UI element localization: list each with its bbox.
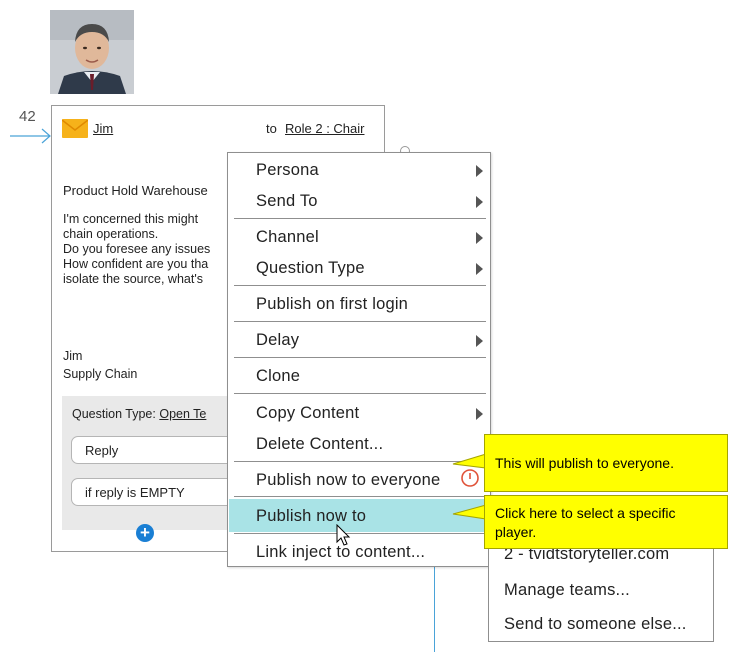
chevron-right-icon: [476, 196, 483, 208]
menu-item-label: Delay: [256, 331, 300, 349]
reply-option[interactable]: Reply: [71, 436, 241, 464]
menu-item-publish-first-login[interactable]: Publish on first login: [228, 289, 490, 317]
body-line: isolate the source, what's: [63, 272, 203, 286]
chevron-right-icon: [476, 335, 483, 347]
menu-item-copy-content[interactable]: Copy Content: [228, 398, 490, 426]
submenu-item-send-someone-else[interactable]: Send to someone else...: [504, 615, 687, 634]
menu-item-label: Delete Content...: [256, 435, 384, 453]
connector-line: [434, 560, 435, 652]
to-label: to: [266, 121, 277, 136]
submenu-item-manage-teams[interactable]: Manage teams...: [504, 581, 630, 600]
menu-item-channel[interactable]: Channel: [228, 222, 490, 250]
menu-separator: [234, 393, 486, 394]
publish-to-submenu: 2 - tvidtstoryteller.com Manage teams...…: [488, 534, 714, 642]
chevron-right-icon: [476, 263, 483, 275]
callout-pointer: [452, 504, 487, 520]
body-line: How confident are you tha: [63, 257, 209, 271]
question-type-row: Question Type: Open Te: [72, 407, 206, 421]
menu-item-send-to[interactable]: Send To: [228, 186, 490, 214]
step-number: 42: [19, 108, 36, 125]
menu-item-label: Copy Content: [256, 404, 360, 422]
sender-link[interactable]: Jim: [93, 121, 113, 136]
menu-item-question-type[interactable]: Question Type: [228, 253, 490, 281]
menu-item-label: Persona: [256, 161, 319, 179]
menu-item-persona[interactable]: Persona: [228, 155, 490, 183]
question-type-link[interactable]: Open Te: [159, 407, 206, 421]
signature-role: Supply Chain: [63, 367, 138, 381]
avatar-photo: [50, 10, 134, 94]
menu-separator: [234, 357, 486, 358]
mouse-pointer-icon: [336, 524, 351, 546]
menu-separator: [234, 285, 486, 286]
menu-item-clone[interactable]: Clone: [228, 361, 490, 389]
menu-item-label: Send To: [256, 192, 318, 210]
signature-name: Jim: [63, 349, 83, 363]
connector-arrow-icon: [10, 128, 51, 144]
callout-publish-specific: Click here to select a specific player.: [484, 495, 728, 549]
menu-item-label: Channel: [256, 228, 319, 246]
chevron-right-icon: [476, 232, 483, 244]
callout-pointer: [452, 453, 487, 469]
question-type-label: Question Type:: [72, 407, 156, 421]
avatar: [50, 10, 134, 94]
envelope-icon: [62, 119, 88, 138]
menu-separator: [234, 321, 486, 322]
add-branch-button[interactable]: +: [136, 524, 154, 542]
menu-item-label: Question Type: [256, 259, 365, 277]
empty-reply-option[interactable]: if reply is EMPTY: [71, 478, 241, 506]
menu-item-label: Clone: [256, 367, 301, 385]
body-line: chain operations.: [63, 227, 159, 241]
menu-item-label: Publish now to everyone: [256, 471, 441, 489]
callout-publish-everyone: This will publish to everyone.: [484, 434, 728, 492]
chevron-right-icon: [476, 165, 483, 177]
menu-item-delay[interactable]: Delay: [228, 325, 490, 353]
message-subject: Product Hold Warehouse: [63, 183, 208, 198]
menu-item-label: Publish on first login: [256, 295, 409, 313]
message-body: I'm concerned this might chain operation…: [63, 212, 210, 287]
body-line: Do you foresee any issues: [63, 242, 211, 256]
menu-separator: [234, 218, 486, 219]
recipient-link[interactable]: Role 2 : Chair: [285, 121, 364, 136]
body-line: I'm concerned this might: [63, 212, 199, 226]
chevron-right-icon: [476, 408, 483, 420]
